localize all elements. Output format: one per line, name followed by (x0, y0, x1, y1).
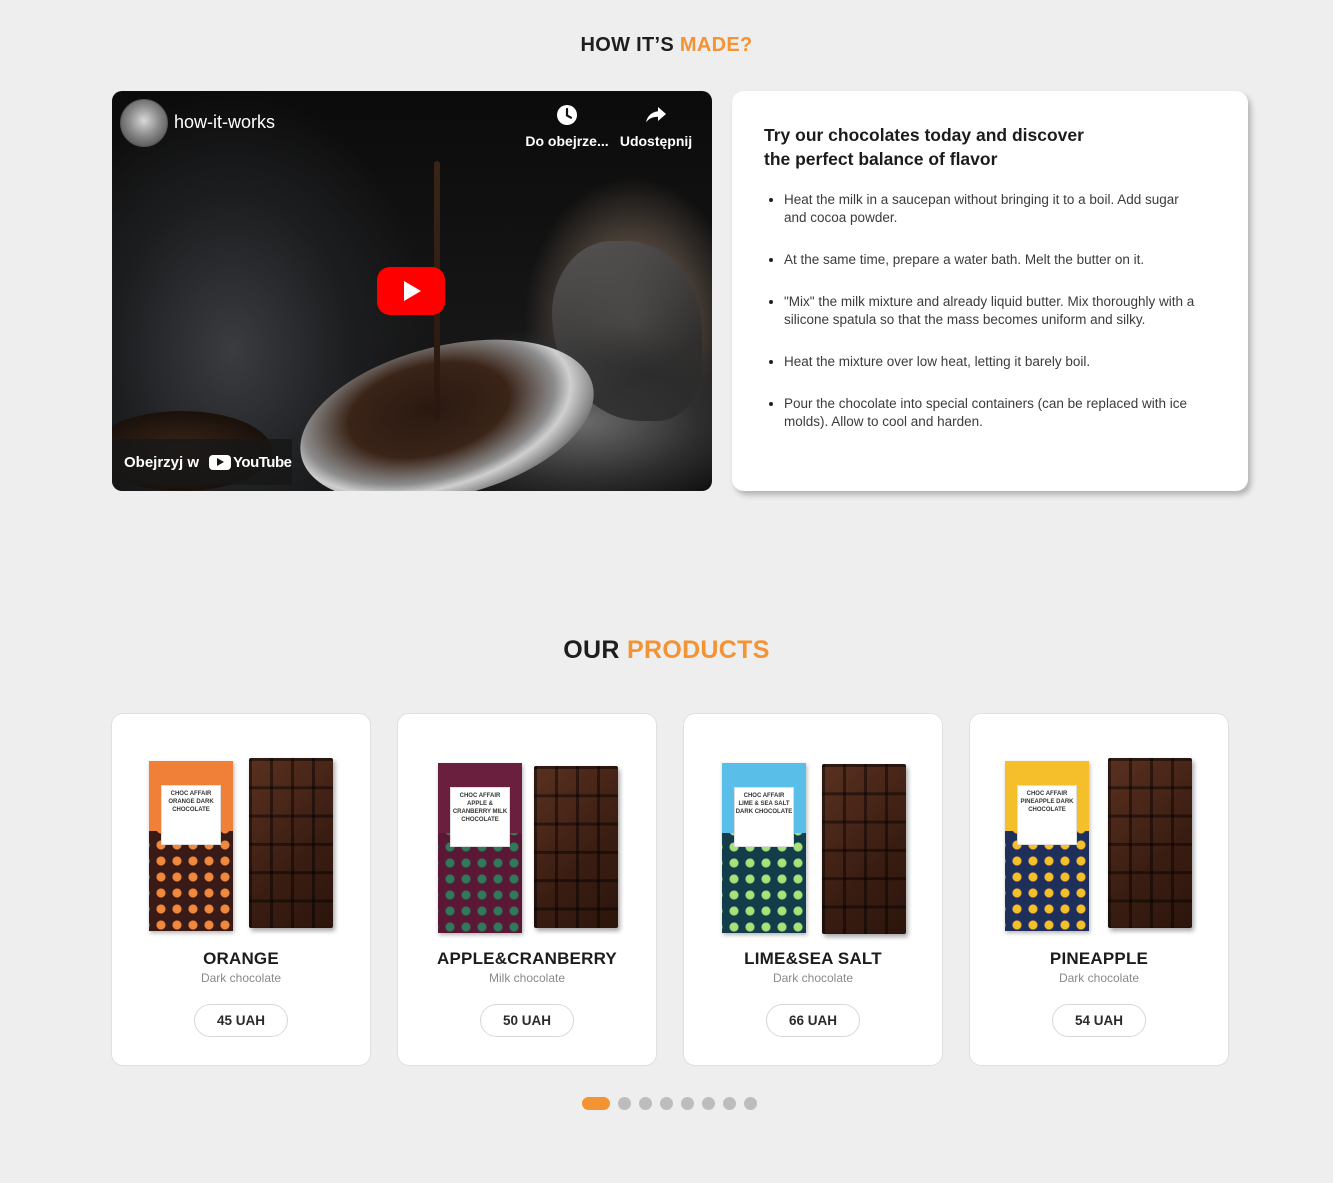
products-title-main: OUR (563, 636, 627, 664)
price-button[interactable]: 66 UAH (766, 1004, 860, 1037)
chocolate-bar-image (249, 758, 333, 928)
share-button[interactable]: Udostępnij (612, 103, 700, 149)
product-name[interactable]: APPLE&CRANBERRY (398, 949, 656, 969)
wrapper-pattern (722, 833, 806, 933)
products-title-accent: PRODUCTS (627, 636, 770, 664)
wrapper-flavor: ORANGE DARK CHOCOLATE (168, 799, 214, 813)
wrapper-pattern (149, 831, 233, 931)
play-button[interactable] (377, 267, 445, 315)
our-products-title: OUR PRODUCTS (0, 636, 1333, 665)
clock-icon (557, 105, 577, 125)
product-card[interactable]: CHOC AFFAIR APPLE & CRANBERRY MILK CHOCOL… (397, 713, 657, 1066)
wrapper-pattern (438, 833, 522, 933)
recipe-step: At the same time, prepare a water bath. … (784, 251, 1198, 269)
pagination-dot[interactable] (618, 1097, 631, 1110)
watch-later-label: Do obejrze... (525, 133, 609, 149)
wrapper-label: CHOC AFFAIR LIME & SEA SALT DARK CHOCOLAT… (734, 787, 794, 847)
product-card[interactable]: CHOC AFFAIR LIME & SEA SALT DARK CHOCOLAT… (683, 713, 943, 1066)
recipe-step: Heat the mixture over low heat, letting … (784, 353, 1198, 371)
share-arrow-icon (646, 107, 666, 123)
price-button[interactable]: 54 UAH (1052, 1004, 1146, 1037)
pagination-dot[interactable] (639, 1097, 652, 1110)
watch-on-label: Obejrzyj w (124, 453, 200, 471)
share-label: Udostępnij (619, 133, 693, 149)
how-its-made-title: HOW IT’S MADE? (0, 34, 1333, 57)
wrapper-brand: CHOC AFFAIR (743, 793, 785, 799)
youtube-play-icon (209, 454, 232, 470)
pagination-dot[interactable] (660, 1097, 673, 1110)
product-card[interactable]: CHOC AFFAIR PINEAPPLE DARK CHOCOLATE PINE… (969, 713, 1229, 1066)
pagination-dot[interactable] (702, 1097, 715, 1110)
wrapper-pattern (1005, 831, 1089, 931)
product-wrapper-image: CHOC AFFAIR PINEAPPLE DARK CHOCOLATE (1005, 761, 1089, 931)
price-button[interactable]: 45 UAH (194, 1004, 288, 1037)
how-title-main: HOW IT’S (580, 34, 680, 56)
wrapper-brand: CHOC AFFAIR (459, 793, 501, 799)
pagination-dot[interactable] (723, 1097, 736, 1110)
wrapper-brand: CHOC AFFAIR (170, 791, 212, 797)
product-type: Milk chocolate (488, 971, 566, 985)
wrapper-brand: CHOC AFFAIR (1026, 791, 1068, 797)
product-type: Dark chocolate (200, 971, 282, 985)
product-image: CHOC AFFAIR PINEAPPLE DARK CHOCOLATE (970, 758, 1230, 938)
recipe-card: Try our chocolates today and discover th… (732, 91, 1248, 491)
video-player[interactable]: how-it-works Do obejrze... Udostępnij Ob… (112, 91, 712, 491)
channel-avatar[interactable] (120, 99, 168, 147)
youtube-logo-text: YouTube (233, 453, 292, 471)
product-image: CHOC AFFAIR ORANGE DARK CHOCOLATE (112, 758, 372, 938)
pagination-dot[interactable] (744, 1097, 757, 1110)
chocolate-bar-image (822, 764, 906, 934)
product-type: Dark chocolate (772, 971, 854, 985)
wrapper-label: CHOC AFFAIR APPLE & CRANBERRY MILK CHOCOL… (450, 787, 510, 847)
product-image: CHOC AFFAIR LIME & SEA SALT DARK CHOCOLAT… (684, 758, 944, 938)
product-name[interactable]: PINEAPPLE (970, 949, 1228, 969)
product-wrapper-image: CHOC AFFAIR ORANGE DARK CHOCOLATE (149, 761, 233, 931)
recipe-step: Pour the chocolate into special containe… (784, 395, 1198, 431)
price-button[interactable]: 50 UAH (480, 1004, 574, 1037)
chocolate-bar-image (1108, 758, 1192, 928)
chocolate-bar-image (534, 766, 618, 928)
wrapper-label: CHOC AFFAIR ORANGE DARK CHOCOLATE (161, 785, 221, 845)
product-wrapper-image: CHOC AFFAIR APPLE & CRANBERRY MILK CHOCOL… (438, 763, 522, 933)
product-name[interactable]: ORANGE (112, 949, 370, 969)
youtube-logo: YouTube (209, 453, 292, 471)
wrapper-flavor: PINEAPPLE DARK CHOCOLATE (1020, 799, 1074, 813)
carousel-pagination (582, 1097, 757, 1110)
video-title[interactable]: how-it-works (174, 112, 275, 133)
product-card[interactable]: CHOC AFFAIR ORANGE DARK CHOCOLATE ORANGE … (111, 713, 371, 1066)
product-image: CHOC AFFAIR APPLE & CRANBERRY MILK CHOCOL… (398, 758, 658, 938)
watch-on-youtube-button[interactable]: Obejrzyj w YouTube (112, 439, 292, 485)
product-type: Dark chocolate (1058, 971, 1140, 985)
recipe-steps-list: Heat the milk in a saucepan without brin… (764, 191, 1198, 431)
recipe-heading: Try our chocolates today and discover th… (764, 125, 1084, 169)
wrapper-flavor: APPLE & CRANBERRY MILK CHOCOLATE (452, 801, 508, 823)
recipe-step: "Mix" the milk mixture and already liqui… (784, 293, 1198, 329)
wrapper-flavor: LIME & SEA SALT DARK CHOCOLATE (735, 801, 793, 815)
watch-later-button[interactable]: Do obejrze... (517, 103, 617, 149)
how-title-accent: MADE? (679, 34, 753, 56)
product-name[interactable]: LIME&SEA SALT (684, 949, 942, 969)
pagination-dot[interactable] (681, 1097, 694, 1110)
pagination-dot[interactable] (582, 1097, 610, 1110)
wrapper-label: CHOC AFFAIR PINEAPPLE DARK CHOCOLATE (1017, 785, 1077, 845)
product-wrapper-image: CHOC AFFAIR LIME & SEA SALT DARK CHOCOLAT… (722, 763, 806, 933)
recipe-step: Heat the milk in a saucepan without brin… (784, 191, 1198, 227)
